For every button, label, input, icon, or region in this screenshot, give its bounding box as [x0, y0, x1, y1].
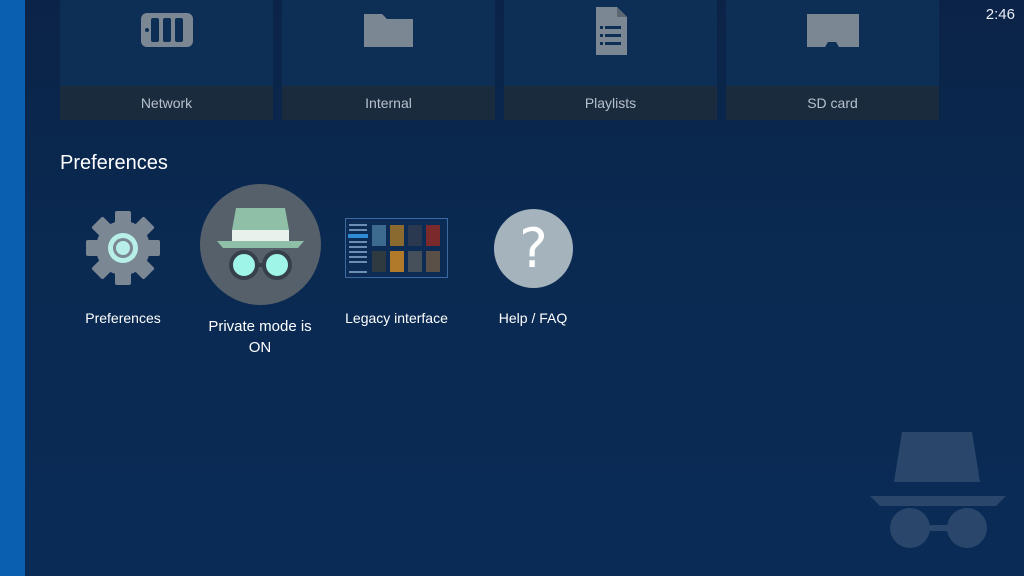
tile-internal-label: Internal [282, 86, 495, 120]
tile-sd-card[interactable]: SD card [726, 0, 939, 120]
folder-icon [361, 6, 417, 57]
sd-card-icon [805, 6, 861, 57]
tile-playlists[interactable]: Playlists [504, 0, 717, 120]
preferences-section-title: Preferences [60, 152, 168, 174]
private-mode-label: Private mode is ON [208, 318, 312, 356]
legacy-interface-thumbnail [345, 218, 448, 278]
tile-playlists-label: Playlists [504, 86, 717, 120]
status-clock: 2:46 [985, 6, 1015, 23]
tile-network-label: Network [60, 86, 273, 120]
tile-internal[interactable]: Internal [282, 0, 495, 120]
playlist-document-icon [583, 6, 639, 61]
gear-icon [86, 210, 160, 286]
incognito-watermark-icon [866, 430, 1010, 556]
help-faq-label: Help / FAQ [498, 310, 568, 326]
preferences-label: Preferences [85, 310, 161, 326]
help-icon: ? [494, 209, 573, 288]
tile-sd-card-label: SD card [726, 86, 939, 120]
legacy-interface-label: Legacy interface [345, 310, 448, 326]
left-accent-bar [0, 0, 25, 576]
network-storage-icon [139, 6, 195, 57]
tile-network[interactable]: Network [60, 0, 273, 120]
incognito-icon [200, 184, 321, 305]
